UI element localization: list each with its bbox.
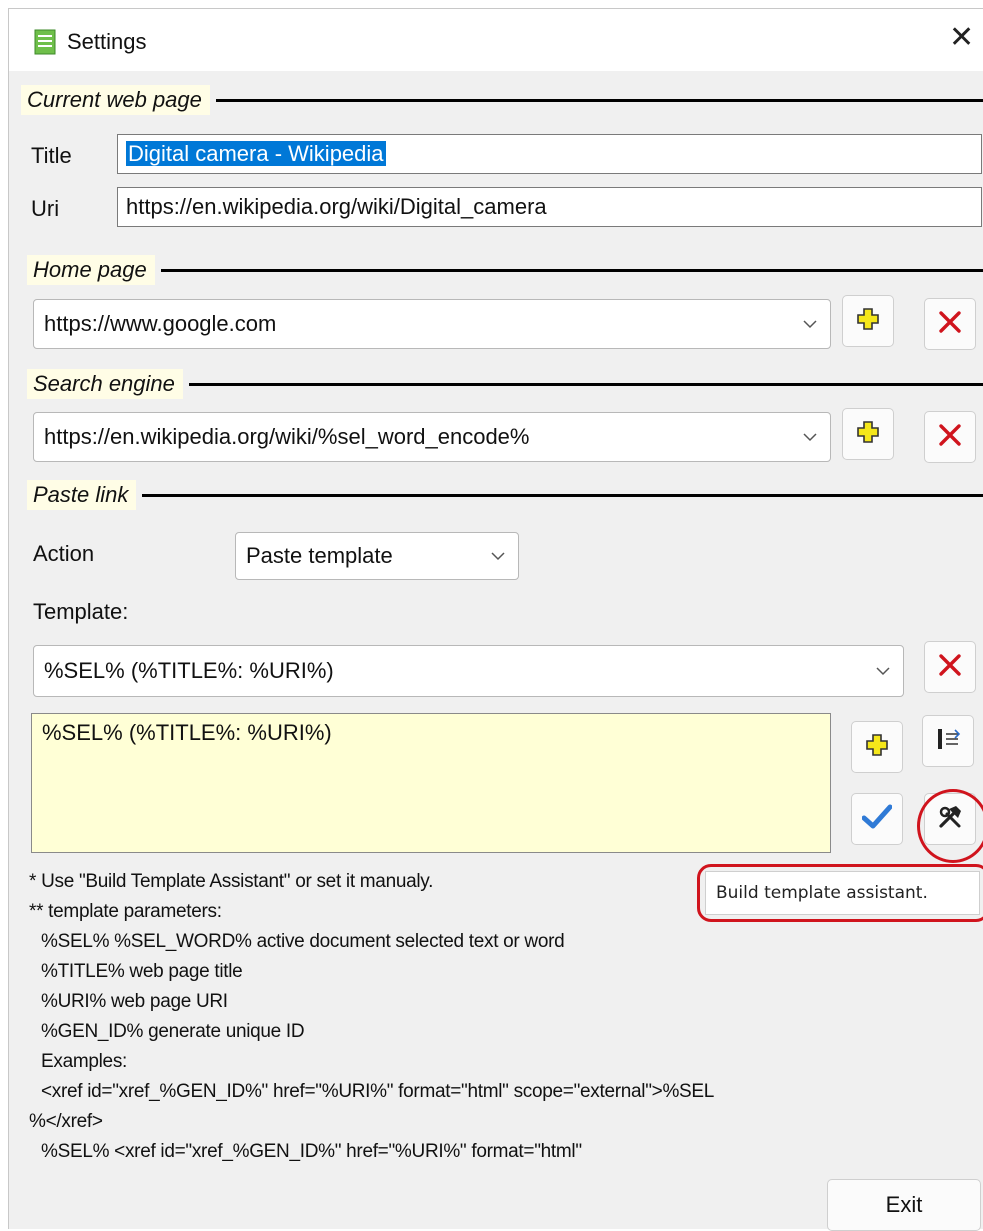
uri-label: Uri (31, 196, 60, 221)
insert-parameter-icon (935, 726, 961, 757)
delete-x-icon (938, 423, 962, 452)
help-line: %SEL% <xref id="xref_%GEN_ID%" href="%UR… (41, 1141, 582, 1162)
document-icon (34, 29, 56, 60)
section-label-home-page: Home page (27, 255, 155, 285)
title-bar: Settings ✕ (9, 9, 983, 71)
action-value: Paste template (246, 543, 393, 568)
title-label: Title (31, 143, 72, 168)
section-label-current-web-page: Current web page (21, 85, 210, 115)
delete-x-icon (938, 653, 962, 682)
home-page-delete-button[interactable] (924, 298, 976, 350)
home-page-combo[interactable]: https://www.google.com (33, 299, 831, 349)
chevron-down-icon[interactable] (796, 300, 824, 348)
template-combo[interactable]: %SEL% (%TITLE%: %URI%) (33, 645, 904, 697)
section-divider (188, 382, 983, 386)
template-combo-value: %SEL% (%TITLE%: %URI%) (44, 658, 334, 683)
section-current-web-page: Current web page (21, 83, 983, 117)
plus-icon (865, 733, 889, 762)
insert-parameter-button[interactable] (922, 715, 974, 767)
title-field-value: Digital camera - Wikipedia (126, 141, 386, 166)
title-field[interactable]: Digital camera - Wikipedia (117, 134, 982, 174)
section-home-page: Home page (27, 253, 983, 287)
section-divider (160, 268, 983, 272)
checkmark-icon (861, 804, 893, 835)
section-search-engine: Search engine (27, 367, 983, 401)
action-label: Action (33, 541, 95, 566)
search-engine-value: https://en.wikipedia.org/wiki/%sel_word_… (44, 424, 530, 449)
window-title: Settings (67, 29, 147, 54)
help-line: %TITLE% web page title (41, 961, 243, 982)
help-line: %GEN_ID% generate unique ID (41, 1021, 305, 1042)
plus-icon (856, 420, 880, 449)
section-divider (142, 493, 983, 497)
template-label: Template: (33, 599, 129, 624)
plus-icon (856, 307, 880, 336)
help-line: <xref id="xref_%GEN_ID%" href="%URI%" fo… (41, 1081, 715, 1102)
help-line: %URI% web page URI (41, 991, 228, 1012)
section-label-search-engine: Search engine (27, 369, 183, 399)
insert-template-button[interactable] (851, 721, 903, 773)
delete-x-icon (938, 310, 962, 339)
apply-template-button[interactable] (851, 793, 903, 845)
help-line: %SEL% %SEL_WORD% active document selecte… (41, 931, 565, 952)
uri-field[interactable]: https://en.wikipedia.org/wiki/Digital_ca… (117, 187, 982, 227)
close-icon[interactable]: ✕ (949, 23, 974, 53)
home-page-value: https://www.google.com (44, 311, 277, 336)
help-line: %</xref> (29, 1111, 103, 1132)
template-editor[interactable]: %SEL% (%TITLE%: %URI%) (31, 713, 831, 853)
home-page-add-button[interactable] (842, 295, 894, 347)
exit-button[interactable]: Exit (827, 1179, 981, 1231)
chevron-down-icon[interactable] (484, 533, 512, 579)
settings-window: Settings ✕ Current web page Title Digita… (8, 8, 983, 1231)
action-combo[interactable]: Paste template (235, 532, 519, 580)
template-delete-button[interactable] (924, 641, 976, 693)
search-engine-delete-button[interactable] (924, 411, 976, 463)
search-engine-add-button[interactable] (842, 408, 894, 460)
chevron-down-icon[interactable] (796, 413, 824, 461)
help-line: Examples: (41, 1051, 128, 1072)
tooltip-highlight-ring (697, 864, 983, 922)
button-highlight-ring (917, 789, 983, 863)
section-divider (215, 98, 983, 102)
search-engine-combo[interactable]: https://en.wikipedia.org/wiki/%sel_word_… (33, 412, 831, 462)
section-paste-link: Paste link (27, 478, 983, 512)
chevron-down-icon[interactable] (869, 646, 897, 696)
section-label-paste-link: Paste link (27, 480, 137, 510)
